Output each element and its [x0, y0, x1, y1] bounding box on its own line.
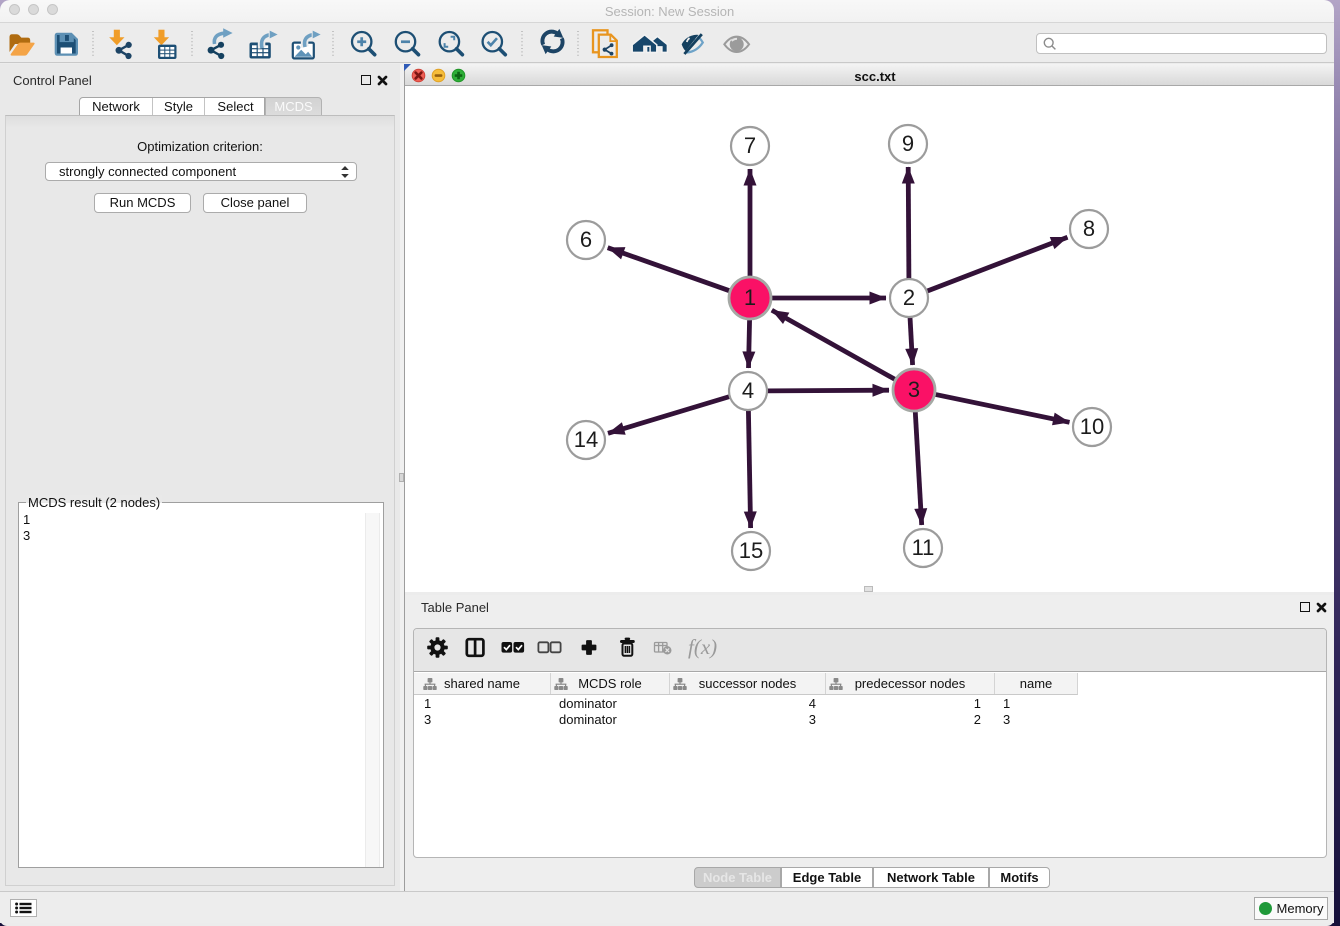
svg-text:8: 8 [1083, 216, 1095, 241]
svg-text:3: 3 [908, 377, 920, 402]
svg-text:9: 9 [902, 131, 914, 156]
svg-text:2: 2 [903, 285, 915, 310]
svg-text:15: 15 [739, 538, 763, 563]
svg-text:1: 1 [744, 285, 756, 310]
svg-text:14: 14 [574, 427, 598, 452]
svg-text:f(x): f(x) [688, 635, 717, 659]
svg-text:11: 11 [912, 535, 935, 560]
svg-text:10: 10 [1080, 414, 1104, 439]
svg-text:4: 4 [742, 378, 754, 403]
svg-text:7: 7 [744, 133, 756, 158]
svg-text:6: 6 [580, 227, 592, 252]
